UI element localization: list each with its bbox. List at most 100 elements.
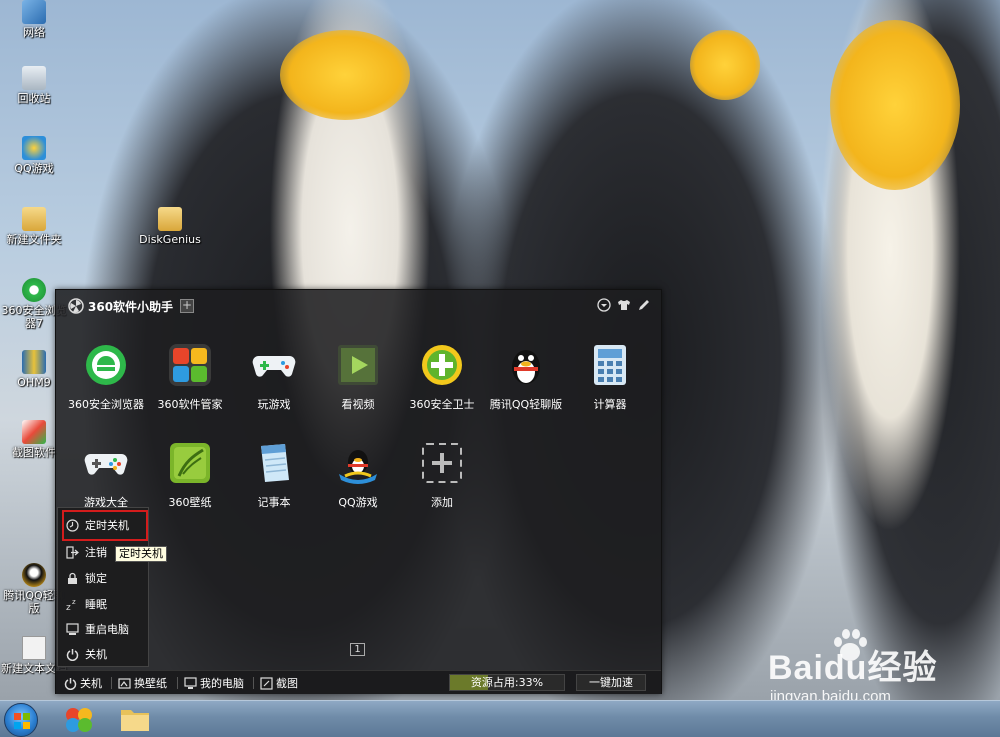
divider bbox=[177, 677, 178, 689]
text-file-icon bbox=[22, 636, 46, 660]
menu-item-restart[interactable]: 重启电脑 bbox=[66, 620, 129, 638]
taskbar bbox=[0, 700, 1000, 737]
change-wallpaper-button[interactable]: 换壁纸 bbox=[118, 676, 167, 690]
menu-item-label: 锁定 bbox=[85, 572, 107, 585]
divider bbox=[253, 677, 254, 689]
power-icon bbox=[66, 648, 79, 661]
menu-item-sleep[interactable]: zz 睡眠 bbox=[66, 595, 107, 613]
panel-bottom-bar: 关机 换壁纸 我的电脑 截图 资源占用:33% 一键加速 bbox=[56, 670, 661, 694]
app-label: 记事本 bbox=[257, 496, 291, 509]
screenshot-label: 截图 bbox=[276, 677, 298, 690]
app-watch-video[interactable]: 看视频 bbox=[315, 342, 401, 412]
qq-game-icon bbox=[335, 440, 381, 486]
wallpaper-penguin-yolk bbox=[280, 30, 410, 120]
app-label: QQ游戏 bbox=[338, 496, 378, 509]
menu-item-lock[interactable]: 锁定 bbox=[66, 569, 107, 587]
app-add[interactable]: 添加 bbox=[399, 440, 485, 510]
recycle-bin-icon bbox=[22, 66, 46, 90]
divider bbox=[111, 677, 112, 689]
page-indicator[interactable]: 1 bbox=[350, 643, 365, 656]
taskbar-360-helper[interactable] bbox=[60, 704, 98, 735]
app-notepad[interactable]: 记事本 bbox=[231, 440, 317, 510]
desktop-icon-label: 截图软件 bbox=[12, 446, 56, 459]
my-computer-label: 我的电脑 bbox=[200, 677, 244, 690]
desktop-icon-new-folder[interactable]: 新建文件夹 bbox=[0, 207, 68, 246]
video-play-icon bbox=[335, 342, 381, 388]
app-games-collection[interactable]: 游戏大全 bbox=[63, 440, 149, 510]
qq-penguin-icon bbox=[503, 342, 549, 388]
qq-penguin-icon bbox=[22, 563, 46, 587]
folder-icon bbox=[22, 207, 46, 231]
app-label: 360软件管家 bbox=[157, 398, 223, 411]
restart-monitor-icon bbox=[66, 622, 79, 636]
desktop-icon-label: 新建文件夹 bbox=[6, 233, 62, 246]
folder-icon bbox=[121, 710, 149, 731]
start-button[interactable] bbox=[4, 703, 38, 737]
app-label: 360安全浏览器 bbox=[68, 398, 144, 411]
desktop-icon-network[interactable]: 网络 bbox=[0, 0, 68, 39]
add-category-button[interactable]: + bbox=[180, 299, 194, 313]
menu-item-label: 重启电脑 bbox=[85, 623, 129, 636]
shutdown-label: 关机 bbox=[80, 677, 102, 690]
app-label: 腾讯QQ轻聊版 bbox=[489, 398, 563, 411]
desktop-icon-label: DiskGenius bbox=[139, 233, 201, 246]
app-label: 计算器 bbox=[593, 398, 627, 411]
svg-text:z: z bbox=[72, 598, 76, 606]
computer-icon bbox=[184, 676, 197, 689]
resource-usage-text: 资源占用:33% bbox=[470, 676, 544, 689]
360-guard-icon bbox=[419, 342, 465, 388]
dropdown-circle-icon[interactable] bbox=[597, 298, 611, 312]
app-qq-game[interactable]: QQ游戏 bbox=[315, 440, 401, 510]
screenshot-icon bbox=[260, 676, 273, 690]
app-label: 玩游戏 bbox=[257, 398, 291, 411]
360-browser-icon bbox=[22, 278, 46, 302]
menu-item-logout[interactable]: 注销 bbox=[66, 543, 107, 561]
desktop-icon-recycle-bin[interactable]: 回收站 bbox=[0, 66, 68, 105]
desktop-icon-label: 回收站 bbox=[17, 92, 51, 105]
network-icon bbox=[22, 0, 46, 24]
resource-usage-meter[interactable]: 资源占用:33% bbox=[449, 674, 565, 691]
edit-pencil-icon[interactable] bbox=[637, 298, 651, 312]
app-360-software-manager[interactable]: 360软件管家 bbox=[147, 342, 233, 412]
menu-item-label: 睡眠 bbox=[85, 598, 107, 611]
app-label: 添加 bbox=[431, 496, 453, 509]
app-label: 360安全卫士 bbox=[409, 398, 475, 411]
screenshot-button[interactable]: 截图 bbox=[260, 676, 298, 690]
tooltip: 定时关机 bbox=[115, 546, 167, 562]
desktop-icon-qq-game[interactable]: QQ游戏 bbox=[0, 136, 68, 175]
desktop-icon-diskgenius[interactable]: DiskGenius bbox=[136, 207, 204, 246]
qq-game-icon bbox=[22, 136, 46, 160]
my-computer-button[interactable]: 我的电脑 bbox=[184, 676, 244, 690]
app-calculator[interactable]: 计算器 bbox=[567, 342, 653, 412]
add-icon bbox=[419, 440, 465, 486]
skin-shirt-icon[interactable] bbox=[617, 298, 631, 312]
sleep-icon: zz bbox=[66, 598, 79, 613]
taskbar-file-explorer[interactable] bbox=[116, 704, 154, 735]
desktop-icon-label: QQ游戏 bbox=[14, 162, 54, 175]
highlight-annotation-box bbox=[62, 510, 148, 541]
app-360-browser[interactable]: 360安全浏览器 bbox=[63, 342, 149, 412]
360-fan-logo-icon bbox=[68, 298, 84, 314]
menu-item-label: 注销 bbox=[85, 546, 107, 559]
app-360-wallpaper[interactable]: 360壁纸 bbox=[147, 440, 233, 510]
desktop-icon-label: 网络 bbox=[23, 26, 45, 39]
calculator-icon bbox=[587, 342, 633, 388]
screenshot-app-icon bbox=[22, 420, 46, 444]
one-click-speedup-button[interactable]: 一键加速 bbox=[576, 674, 646, 691]
desktop-icon-label: OHM9 bbox=[17, 376, 51, 389]
app-qq-lite[interactable]: 腾讯QQ轻聊版 bbox=[483, 342, 569, 412]
watermark-brand: Baidu经验 bbox=[768, 649, 938, 687]
gamepad-icon bbox=[83, 440, 129, 486]
shutdown-button[interactable]: 关机 bbox=[64, 676, 102, 690]
app-360-guard[interactable]: 360安全卫士 bbox=[399, 342, 485, 412]
change-wallpaper-label: 换壁纸 bbox=[134, 677, 167, 690]
lock-icon bbox=[66, 572, 79, 585]
app-label: 看视频 bbox=[341, 398, 375, 411]
menu-item-shutdown[interactable]: 关机 bbox=[66, 645, 107, 663]
wallpaper-penguin-yolk bbox=[690, 30, 760, 100]
archive-icon bbox=[22, 350, 46, 374]
software-manager-icon bbox=[167, 342, 213, 388]
wallpaper-swap-icon bbox=[118, 677, 131, 689]
gamepad-icon bbox=[251, 342, 297, 388]
app-play-games[interactable]: 玩游戏 bbox=[231, 342, 317, 412]
